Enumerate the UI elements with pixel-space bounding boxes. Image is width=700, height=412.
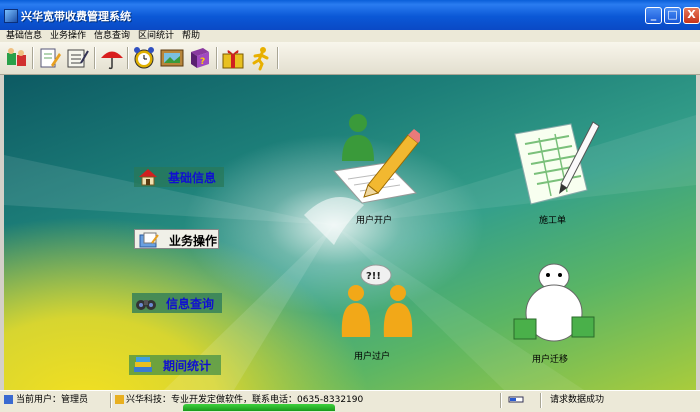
side-nav-label: 期间统计 xyxy=(163,359,212,373)
main-panel: 基础信息 业务操作 信息查询 期间统计 用户开户 施工单 ?!! 用户过户 用户… xyxy=(4,75,696,390)
side-nav-label: 信息查询 xyxy=(166,297,215,311)
gift-icon[interactable] xyxy=(220,45,246,71)
title-bar: 兴华宽带收费管理系统 _ □ X xyxy=(0,0,700,30)
maximize-button[interactable]: □ xyxy=(664,7,681,24)
feature-user-signup[interactable]: 用户开户 xyxy=(328,113,424,226)
list-icon[interactable] xyxy=(65,45,91,71)
feature-label: 用户开户 xyxy=(356,216,393,226)
side-nav-query[interactable]: 信息查询 xyxy=(132,293,222,313)
bubble-text: ?!! xyxy=(366,271,381,282)
minimize-button[interactable]: _ xyxy=(645,7,662,24)
menu-business[interactable]: 业务操作 xyxy=(50,30,86,42)
app-icon xyxy=(4,9,18,23)
user-signup-icon xyxy=(333,114,424,204)
house-icon xyxy=(137,168,159,186)
side-nav-business[interactable]: 业务操作 xyxy=(134,229,219,249)
worksheet-icon xyxy=(514,121,600,205)
feature-user-move[interactable]: 用户迁移 xyxy=(512,257,602,367)
menu-statistics[interactable]: 区间统计 xyxy=(138,30,174,42)
side-nav-label: 基础信息 xyxy=(168,171,217,185)
feature-label: 用户迁移 xyxy=(532,355,569,365)
binoculars-icon xyxy=(135,294,157,312)
feature-label: 用户过户 xyxy=(354,352,391,362)
document-edit-icon[interactable] xyxy=(37,45,63,71)
umbrella-icon[interactable] xyxy=(99,45,125,71)
svg-text:?: ? xyxy=(200,57,205,67)
taskbar-strip xyxy=(183,404,335,411)
close-button[interactable]: X xyxy=(683,7,700,24)
users-icon[interactable] xyxy=(4,45,30,71)
user-icon xyxy=(3,394,14,407)
stack-icon xyxy=(132,356,154,374)
feature-worksheet[interactable]: 施工单 xyxy=(509,120,609,226)
feature-user-transfer[interactable]: ?!! 用户过户 xyxy=(334,263,424,363)
menu-help[interactable]: 帮助 xyxy=(182,30,200,42)
company-icon xyxy=(114,394,125,407)
status-message: 请求数据成功 xyxy=(550,395,605,405)
picture-icon[interactable] xyxy=(159,45,185,71)
user-transfer-icon: ?!! xyxy=(341,264,413,337)
alarm-clock-icon[interactable] xyxy=(131,45,157,71)
menu-query[interactable]: 信息查询 xyxy=(94,30,130,42)
help-book-icon[interactable]: ? xyxy=(187,45,213,71)
running-man-icon[interactable] xyxy=(248,45,274,71)
menu-bar: 基础信息 业务操作 信息查询 区间统计 帮助 xyxy=(0,30,700,42)
side-nav-statistics[interactable]: 期间统计 xyxy=(129,355,221,375)
status-bar: 当前用户：管理员 兴华科技：专业开发定做软件，联系电话：0635-8332190… xyxy=(0,390,700,412)
window-title: 兴华宽带收费管理系统 xyxy=(21,10,131,23)
folder-icon xyxy=(138,231,160,249)
progress-icon xyxy=(508,394,524,407)
side-nav-basic-info[interactable]: 基础信息 xyxy=(134,167,224,187)
feature-label: 施工单 xyxy=(539,216,567,226)
toolbar: ? xyxy=(0,42,700,75)
current-user-text: 当前用户：管理员 xyxy=(16,395,89,405)
side-nav-label: 业务操作 xyxy=(169,234,218,248)
user-move-icon xyxy=(513,263,595,342)
menu-basic-info[interactable]: 基础信息 xyxy=(6,30,42,42)
